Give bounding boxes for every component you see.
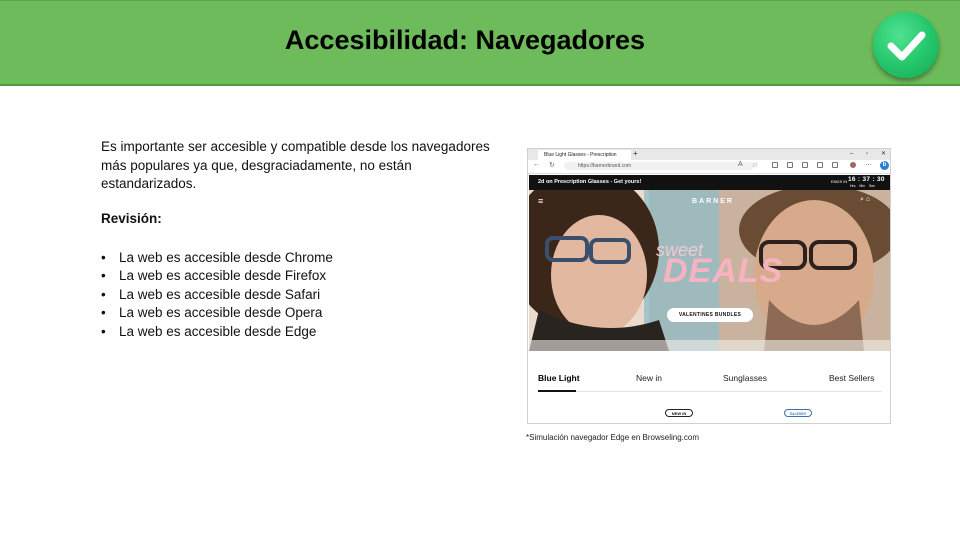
tab-sunglasses[interactable]: Sunglasses — [723, 373, 767, 383]
ends-in-label: ENDS IN — [831, 179, 848, 184]
list-item: La web es accesible desde Opera — [101, 304, 333, 323]
intro-line: estandarizados. — [101, 176, 197, 191]
browser-checklist: La web es accesible desde Chrome La web … — [101, 249, 333, 341]
address-bar-row: ← ↻ https://barnerbrand.com A ☆ ⋯ b — [528, 160, 890, 174]
list-item: La web es accesible desde Edge — [101, 323, 333, 342]
bing-icon[interactable]: b — [880, 161, 889, 170]
promo-bar: 2d on Prescription Glasses - Get yours! … — [529, 175, 890, 190]
new-tab-icon[interactable]: + — [633, 149, 638, 159]
intro-line: Es importante ser accesible y compatible… — [101, 139, 490, 154]
intro-line: más populares ya que, desgraciadamente, … — [101, 157, 412, 173]
profile-avatar[interactable] — [850, 162, 856, 168]
countdown-timer: 16 : 37 : 30 — [848, 176, 885, 183]
checkmark-icon — [873, 12, 939, 78]
downloads-icon[interactable] — [832, 162, 838, 168]
favorites-bar-icon[interactable] — [802, 162, 808, 168]
active-tab-underline — [538, 390, 576, 392]
hero-headline: DEALS — [663, 252, 784, 290]
category-divider — [538, 391, 882, 392]
new-in-badge[interactable]: NEW IN — [665, 409, 693, 417]
category-nav: Blue Light New in Sunglasses Best Seller… — [528, 351, 890, 423]
valentines-bundles-button[interactable]: VALENTINES BUNDLES — [667, 308, 753, 322]
more-icon[interactable]: ⋯ — [865, 161, 872, 169]
browser-screenshot: Blue Light Glasses - Prescription ✕ + – … — [527, 148, 891, 424]
glossy-badge[interactable]: GLOSSY — [784, 409, 812, 417]
close-window-icon[interactable]: ✕ — [881, 149, 886, 160]
tab-best-sellers[interactable]: Best Sellers — [829, 373, 874, 383]
search-cart-icons[interactable]: ⌕ ⌂ — [860, 196, 870, 204]
screenshot-caption: *Simulación navegador Edge en Browseling… — [526, 433, 699, 442]
address-bar[interactable]: https://barnerbrand.com — [564, 162, 754, 170]
back-icon[interactable]: ← — [533, 161, 540, 168]
tab-new-in[interactable]: New in — [636, 373, 662, 383]
browser-tab-bar: Blue Light Glasses - Prescription ✕ + – … — [528, 149, 890, 160]
countdown-units: Hrs Min Sec — [850, 184, 876, 188]
brand-logo[interactable]: BARNER — [692, 198, 734, 205]
slide-title: Accesibilidad: Navegadores — [284, 25, 646, 55]
extensions-icon[interactable] — [787, 162, 793, 168]
intro-paragraph: Es importante ser accesible y compatible… — [101, 138, 501, 194]
collections-icon[interactable] — [817, 162, 823, 168]
promo-text: 2d on Prescription Glasses - Get yours! — [538, 179, 642, 185]
slide-header: Accesibilidad: Navegadores — [0, 0, 960, 86]
list-item: La web es accesible desde Firefox — [101, 267, 333, 286]
tab-blue-light[interactable]: Blue Light — [538, 373, 580, 383]
favorite-icon[interactable]: ☆ — [752, 161, 758, 169]
read-aloud-icon[interactable]: A — [738, 161, 743, 168]
hero-banner[interactable]: ≡ BARNER ⌕ ⌂ sweet DEALS VALENTINES BUND… — [529, 190, 890, 351]
tab-title: Blue Light Glasses - Prescription — [544, 152, 617, 158]
browser-tab[interactable]: Blue Light Glasses - Prescription ✕ — [538, 150, 631, 160]
list-item: La web es accesible desde Chrome — [101, 249, 333, 268]
refresh-icon[interactable]: ↻ — [549, 161, 555, 169]
revision-heading: Revisión: — [101, 211, 162, 226]
url-text: https://barnerbrand.com — [578, 163, 632, 169]
split-screen-icon[interactable] — [772, 162, 778, 168]
minimize-icon[interactable]: – — [850, 149, 853, 160]
restore-icon[interactable]: ▫ — [866, 149, 868, 160]
list-item: La web es accesible desde Safari — [101, 286, 333, 305]
menu-icon[interactable]: ≡ — [538, 196, 543, 206]
